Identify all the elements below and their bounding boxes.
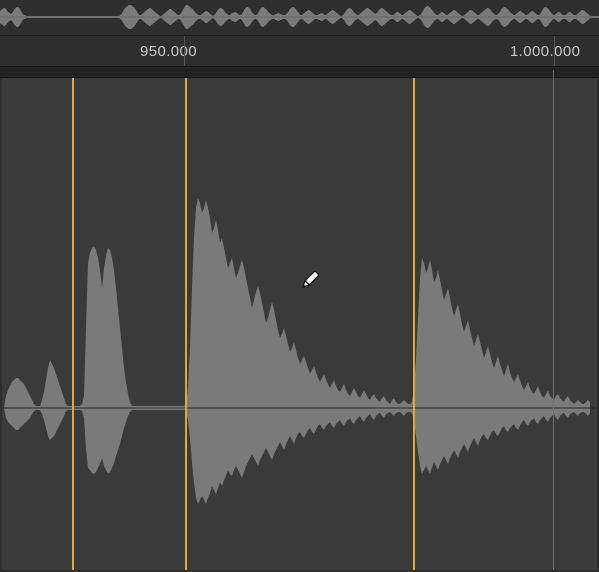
divider — [0, 66, 599, 78]
ruler-label: 1.000.000 — [510, 43, 580, 60]
ruler-label: 950.000 — [140, 43, 197, 60]
playhead[interactable] — [553, 70, 554, 570]
transient-marker[interactable] — [72, 78, 74, 570]
waveform-editor[interactable] — [2, 78, 597, 570]
ruler-tick — [184, 36, 185, 66]
ruler-tick — [554, 36, 555, 66]
main-waveform-path — [2, 198, 590, 504]
transient-marker[interactable] — [413, 78, 415, 570]
overview-waveform[interactable] — [0, 0, 599, 35]
transient-marker[interactable] — [185, 78, 187, 570]
time-ruler[interactable]: 950.000 1.000.000 — [0, 36, 599, 66]
